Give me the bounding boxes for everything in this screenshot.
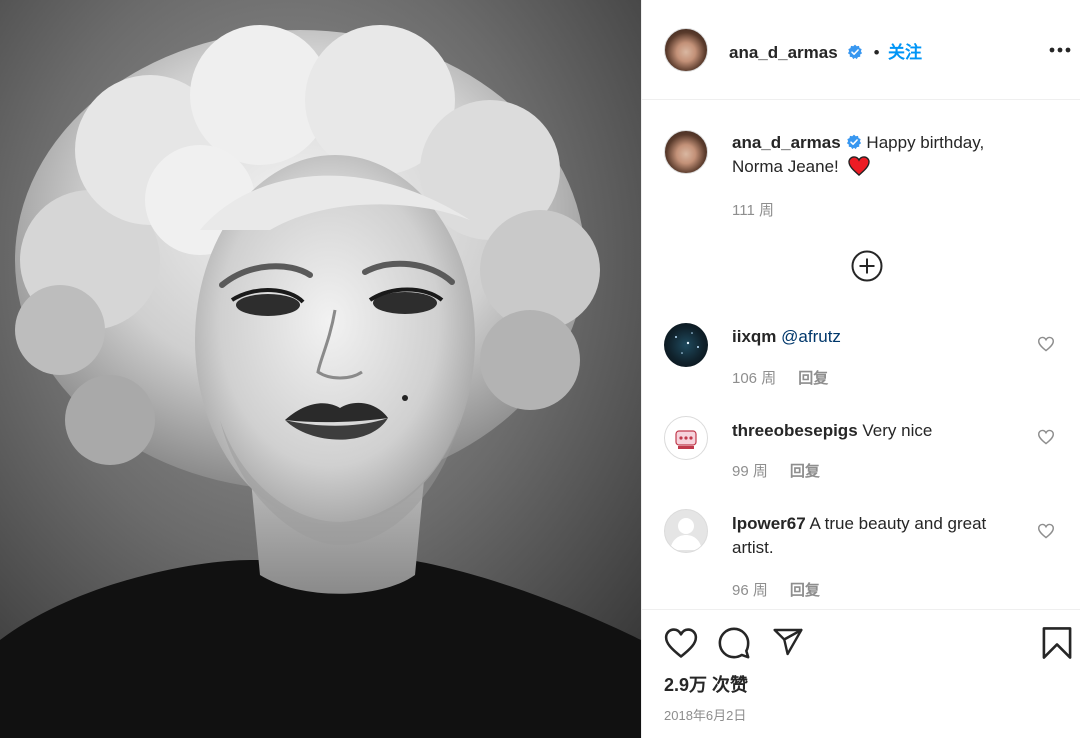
pig-logo-image — [675, 430, 697, 449]
caption-line-2: Norma Jeane! — [732, 157, 839, 176]
commenter-avatar[interactable] — [664, 416, 708, 460]
caption-line-1: Happy birthday, — [866, 133, 985, 152]
comment-body: Very nice — [862, 421, 933, 440]
comment-icon[interactable] — [717, 626, 751, 660]
commenter-avatar[interactable] — [664, 323, 708, 367]
separator-dot: • — [873, 43, 880, 62]
comment-like-heart-icon[interactable] — [1037, 336, 1055, 352]
verified-badge-icon — [846, 134, 861, 150]
reply-button[interactable]: 回复 — [790, 582, 820, 599]
author-avatar[interactable] — [664, 28, 708, 72]
portrait-illustration — [0, 0, 641, 738]
comment-username[interactable]: threeobesepigs — [732, 421, 858, 440]
more-options-icon[interactable] — [1049, 38, 1071, 62]
comment-text: iixqm @afrutz — [732, 325, 841, 349]
comment-like-heart-icon[interactable] — [1037, 429, 1055, 445]
default-user-icon — [670, 518, 702, 550]
post-header: ana_d_armas • 关注 — [642, 0, 1080, 100]
caption-avatar[interactable] — [664, 130, 708, 174]
heart-icon[interactable] — [664, 627, 698, 659]
instagram-post-view: ana_d_armas • 关注 ana_d_armas Happy birth… — [0, 0, 1080, 738]
post-date: 2018年6月2日 — [664, 708, 747, 723]
comment-meta: 106 周 回复 — [732, 367, 828, 388]
reply-button[interactable]: 回复 — [798, 370, 828, 387]
author-username[interactable]: ana_d_armas — [729, 43, 838, 62]
comment-like-heart-icon[interactable] — [1037, 523, 1055, 539]
comment-time: 96 周 — [732, 582, 768, 599]
reply-button[interactable]: 回复 — [790, 463, 820, 480]
comment-text: lpower67 A true beauty and great artist. — [732, 512, 1032, 560]
follow-button[interactable]: 关注 — [888, 43, 922, 62]
post-photo[interactable] — [0, 0, 641, 738]
likes-count[interactable]: 2.9万 次赞 — [664, 671, 748, 697]
comment-text: threeobesepigs Very nice — [732, 419, 932, 443]
post-header-info: ana_d_armas • 关注 — [729, 38, 922, 63]
caption-username[interactable]: ana_d_armas — [732, 133, 841, 152]
bookmark-icon[interactable] — [1041, 625, 1073, 661]
comment-meta: 96 周 回复 — [732, 579, 820, 600]
caption-text: ana_d_armas Happy birthday, Norma Jeane! — [732, 131, 1052, 179]
post-side-panel: ana_d_armas • 关注 ana_d_armas Happy birth… — [641, 0, 1080, 738]
commenter-avatar[interactable] — [664, 509, 708, 553]
comment-body-line-1: A true beauty and great — [809, 514, 987, 533]
comment-username[interactable]: lpower67 — [732, 514, 806, 533]
verified-badge-icon — [848, 44, 863, 60]
comment-time: 106 周 — [732, 370, 777, 387]
red-heart-emoji-icon — [847, 156, 870, 176]
comment-time: 99 周 — [732, 463, 768, 480]
paper-plane-icon[interactable] — [771, 626, 805, 658]
comment-meta: 99 周 回复 — [732, 460, 820, 481]
comment-username[interactable]: iixqm — [732, 327, 776, 346]
starry-sky-image — [675, 332, 699, 354]
mention-link[interactable]: @afrutz — [781, 327, 841, 346]
plus-circle-icon[interactable] — [850, 249, 884, 283]
caption-time: 111 周 — [732, 202, 774, 219]
comment-body-line-2: artist. — [732, 538, 774, 557]
